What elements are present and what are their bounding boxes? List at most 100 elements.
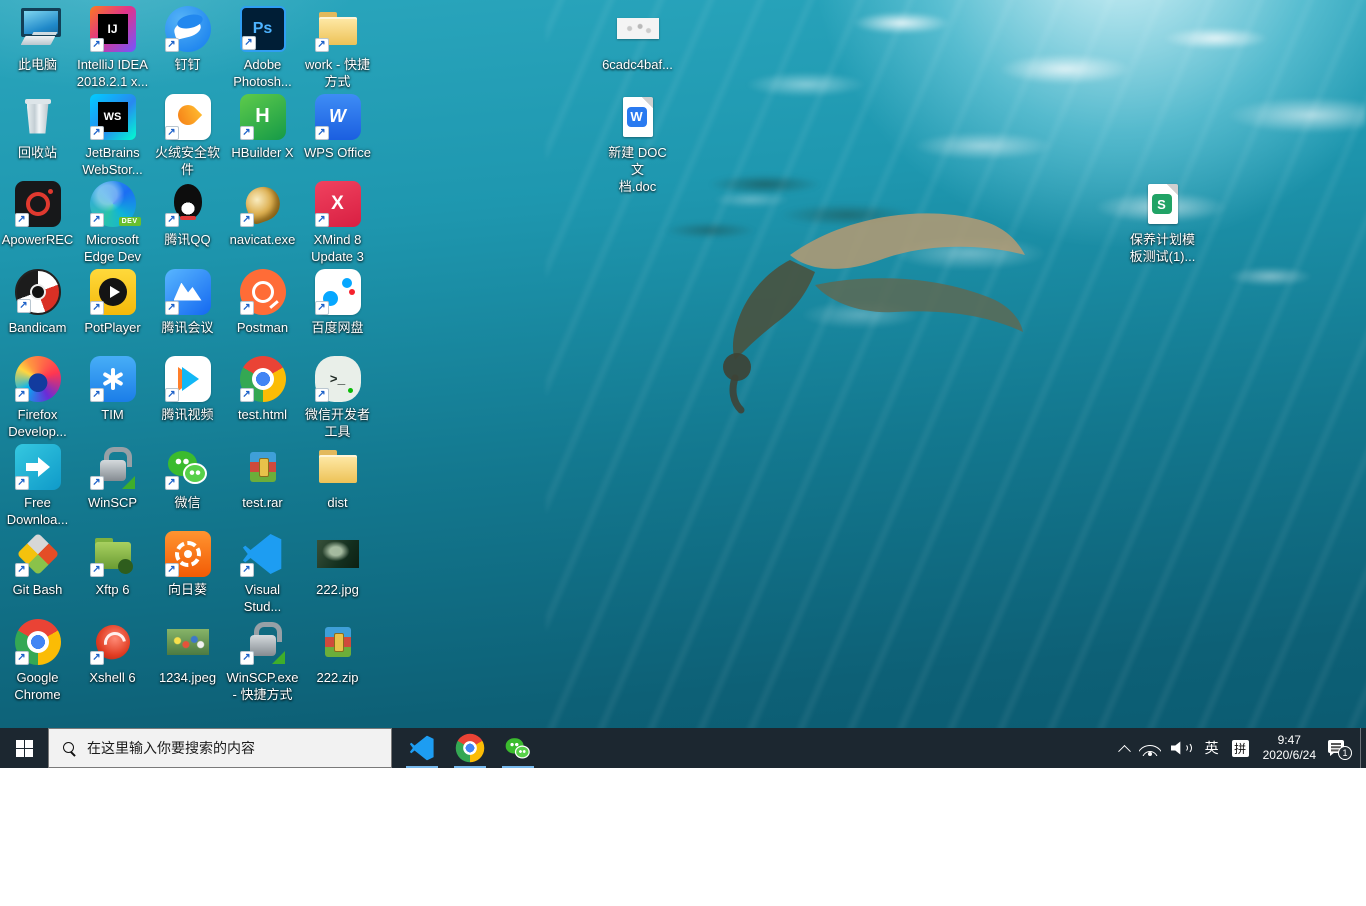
shortcut-arrow-icon	[240, 388, 254, 402]
desktop-icon-intellij-idea[interactable]: IJIntelliJ IDEA 2018.2.1 x...	[75, 6, 150, 90]
desktop-icon-label: Bandicam	[9, 319, 67, 336]
desktop-icon-label: Xftp 6	[96, 581, 130, 598]
desktop-icon-tencent-qq[interactable]: 腾讯QQ	[150, 181, 225, 248]
desktop-icon-winscp-exe[interactable]: WinSCP.exe - 快捷方式	[225, 619, 300, 703]
desktop-icon-6cadc-image[interactable]: 6cadc4baf...	[600, 6, 675, 73]
recycle-bin-icon	[15, 94, 61, 140]
shortcut-arrow-icon	[15, 213, 29, 227]
desktop-icon-xftp-6[interactable]: Xftp 6	[75, 531, 150, 598]
desktop-icon-dingtalk[interactable]: 钉钉	[150, 6, 225, 73]
dingtalk-icon	[165, 6, 211, 52]
desktop-icon-test-rar[interactable]: test.rar	[225, 444, 300, 511]
desktop-icon-wps-office[interactable]: WWPS Office	[300, 94, 375, 161]
desktop-icon-sunflower[interactable]: 向日葵	[150, 531, 225, 598]
desktop-icon-potplayer[interactable]: PotPlayer	[75, 269, 150, 336]
desktop-icon-label: 向日葵	[168, 581, 207, 598]
postman-icon	[240, 269, 286, 315]
desktop-icon-google-chrome[interactable]: Google Chrome	[0, 619, 75, 703]
desktop-icon-label: Visual Stud...	[244, 581, 282, 615]
desktop-icon-apowerrec[interactable]: ApowerREC	[0, 181, 75, 248]
desktop-icon-label: 1234.jpeg	[159, 669, 216, 686]
desktop-icon-baidu-netdisk[interactable]: 百度网盘	[300, 269, 375, 336]
desktop-icon-label: 6cadc4baf...	[602, 56, 673, 73]
volume-button[interactable]	[1166, 728, 1198, 768]
xshell-icon	[90, 619, 136, 665]
apowerrec-icon	[15, 181, 61, 227]
shortcut-arrow-icon	[240, 126, 254, 140]
desktop-icon-label: 钉钉	[174, 56, 200, 73]
shortcut-arrow-icon	[165, 126, 179, 140]
desktop-icon-git-bash[interactable]: Git Bash	[0, 531, 75, 598]
desktop-icon-tencent-video[interactable]: 腾讯视频	[150, 356, 225, 423]
language-indicator[interactable]: 英	[1198, 738, 1226, 758]
desktop-icon-1234-jpeg[interactable]: 1234.jpeg	[150, 619, 225, 686]
photoshop-icon: Ps	[240, 6, 286, 52]
desktop-icon-visual-studio[interactable]: Visual Stud...	[225, 531, 300, 615]
desktop-icon-tim[interactable]: TIM	[75, 356, 150, 423]
desktop-icon-postman[interactable]: Postman	[225, 269, 300, 336]
desktop-icon-xmind-8[interactable]: XXMind 8 Update 3	[300, 181, 375, 265]
folder-icon	[315, 444, 361, 490]
this-pc-icon	[15, 6, 61, 52]
desktop-icon-label: WinSCP	[88, 494, 137, 511]
network-button[interactable]	[1134, 728, 1166, 768]
desktop-icon-label: Firefox Develop...	[8, 406, 67, 440]
desktop-icon-test-html[interactable]: test.html	[225, 356, 300, 423]
shortcut-arrow-icon	[315, 213, 329, 227]
taskbar-clock[interactable]: 9:47 2020/6/24	[1255, 733, 1324, 763]
desktop-icon-this-pc[interactable]: 此电脑	[0, 6, 75, 73]
desktop-icon-label: WinSCP.exe - 快捷方式	[226, 669, 298, 703]
xftp-icon	[90, 531, 136, 577]
desktop-icon-222-zip[interactable]: 222.zip	[300, 619, 375, 686]
desktop-icon-xshell-6[interactable]: Xshell 6	[75, 619, 150, 686]
desktop-icon-222-jpg[interactable]: 222.jpg	[300, 531, 375, 598]
action-center-button[interactable]: 1	[1328, 739, 1350, 757]
tencent-meeting-icon	[165, 269, 211, 315]
wechat-icon	[504, 734, 533, 763]
shortcut-arrow-icon	[15, 476, 29, 490]
desktop-icon-huorong-security[interactable]: 火绒安全软 件	[150, 94, 225, 178]
desktop-icon-navicat[interactable]: navicat.exe	[225, 181, 300, 248]
desktop-icon-microsoft-edge-dev[interactable]: DEVMicrosoft Edge Dev	[75, 181, 150, 265]
winscp-icon	[90, 444, 136, 490]
shortcut-arrow-icon	[90, 126, 104, 140]
tray-overflow-button[interactable]	[1115, 728, 1134, 768]
desktop-icon-label: 此电脑	[18, 56, 57, 73]
shortcut-arrow-icon	[165, 388, 179, 402]
desktop-icon-dist[interactable]: dist	[300, 444, 375, 511]
qq-icon	[165, 181, 211, 227]
start-button[interactable]	[0, 728, 48, 768]
desktop-wallpaper: 此电脑 IJIntelliJ IDEA 2018.2.1 x... 钉钉 PsAdob…	[0, 0, 1366, 768]
desktop-icon-winscp[interactable]: WinSCP	[75, 444, 150, 511]
desktop-icon-bandicam[interactable]: Bandicam	[0, 269, 75, 336]
shortcut-arrow-icon	[315, 126, 329, 140]
desktop-icon-adobe-photoshop[interactable]: PsAdobe Photosh...	[225, 6, 300, 90]
vscode-icon	[240, 531, 286, 577]
desktop-icon-jetbrains-webstorm[interactable]: WSJetBrains WebStor...	[75, 94, 150, 178]
desktop-icon-wechat-devtools[interactable]: >_微信开发者 工具	[300, 356, 375, 440]
taskbar-app-chrome[interactable]	[446, 728, 494, 768]
desktop-icon-label: 微信开发者 工具	[305, 406, 370, 440]
taskbar-app-icons	[398, 728, 542, 768]
desktop-icon-work-shortcut[interactable]: work - 快捷 方式	[300, 6, 375, 90]
desktop-icon-firefox-developer[interactable]: Firefox Develop...	[0, 356, 75, 440]
ime-indicator[interactable]: 拼	[1232, 740, 1249, 757]
taskbar-app-wechat[interactable]	[494, 728, 542, 768]
taskbar-app-vscode[interactable]	[398, 728, 446, 768]
desktop-icon-baoyang-xls[interactable]: S保养计划模 板测试(1)...	[1125, 181, 1200, 265]
potplayer-icon	[90, 269, 136, 315]
desktop-icon-wechat[interactable]: 微信	[150, 444, 225, 511]
desktop-icon-tencent-meeting[interactable]: 腾讯会议	[150, 269, 225, 336]
show-desktop-button[interactable]	[1360, 728, 1366, 768]
taskbar-search-input[interactable]: 在这里输入你要搜索的内容	[48, 728, 392, 768]
fdm-icon	[15, 444, 61, 490]
shortcut-arrow-icon	[165, 563, 179, 577]
imgdark-icon	[315, 531, 361, 577]
desktop-icon-recycle-bin[interactable]: 回收站	[0, 94, 75, 161]
desktop-icon-new-doc[interactable]: W新建 DOC 文 档.doc	[600, 94, 675, 195]
desktop-icon-label: Git Bash	[13, 581, 63, 598]
desktop-icon-hbuilder-x[interactable]: HHBuilder X	[225, 94, 300, 161]
winscp-icon	[240, 619, 286, 665]
desktop-icon-free-download[interactable]: Free Downloa...	[0, 444, 75, 528]
git-bash-icon	[15, 531, 61, 577]
